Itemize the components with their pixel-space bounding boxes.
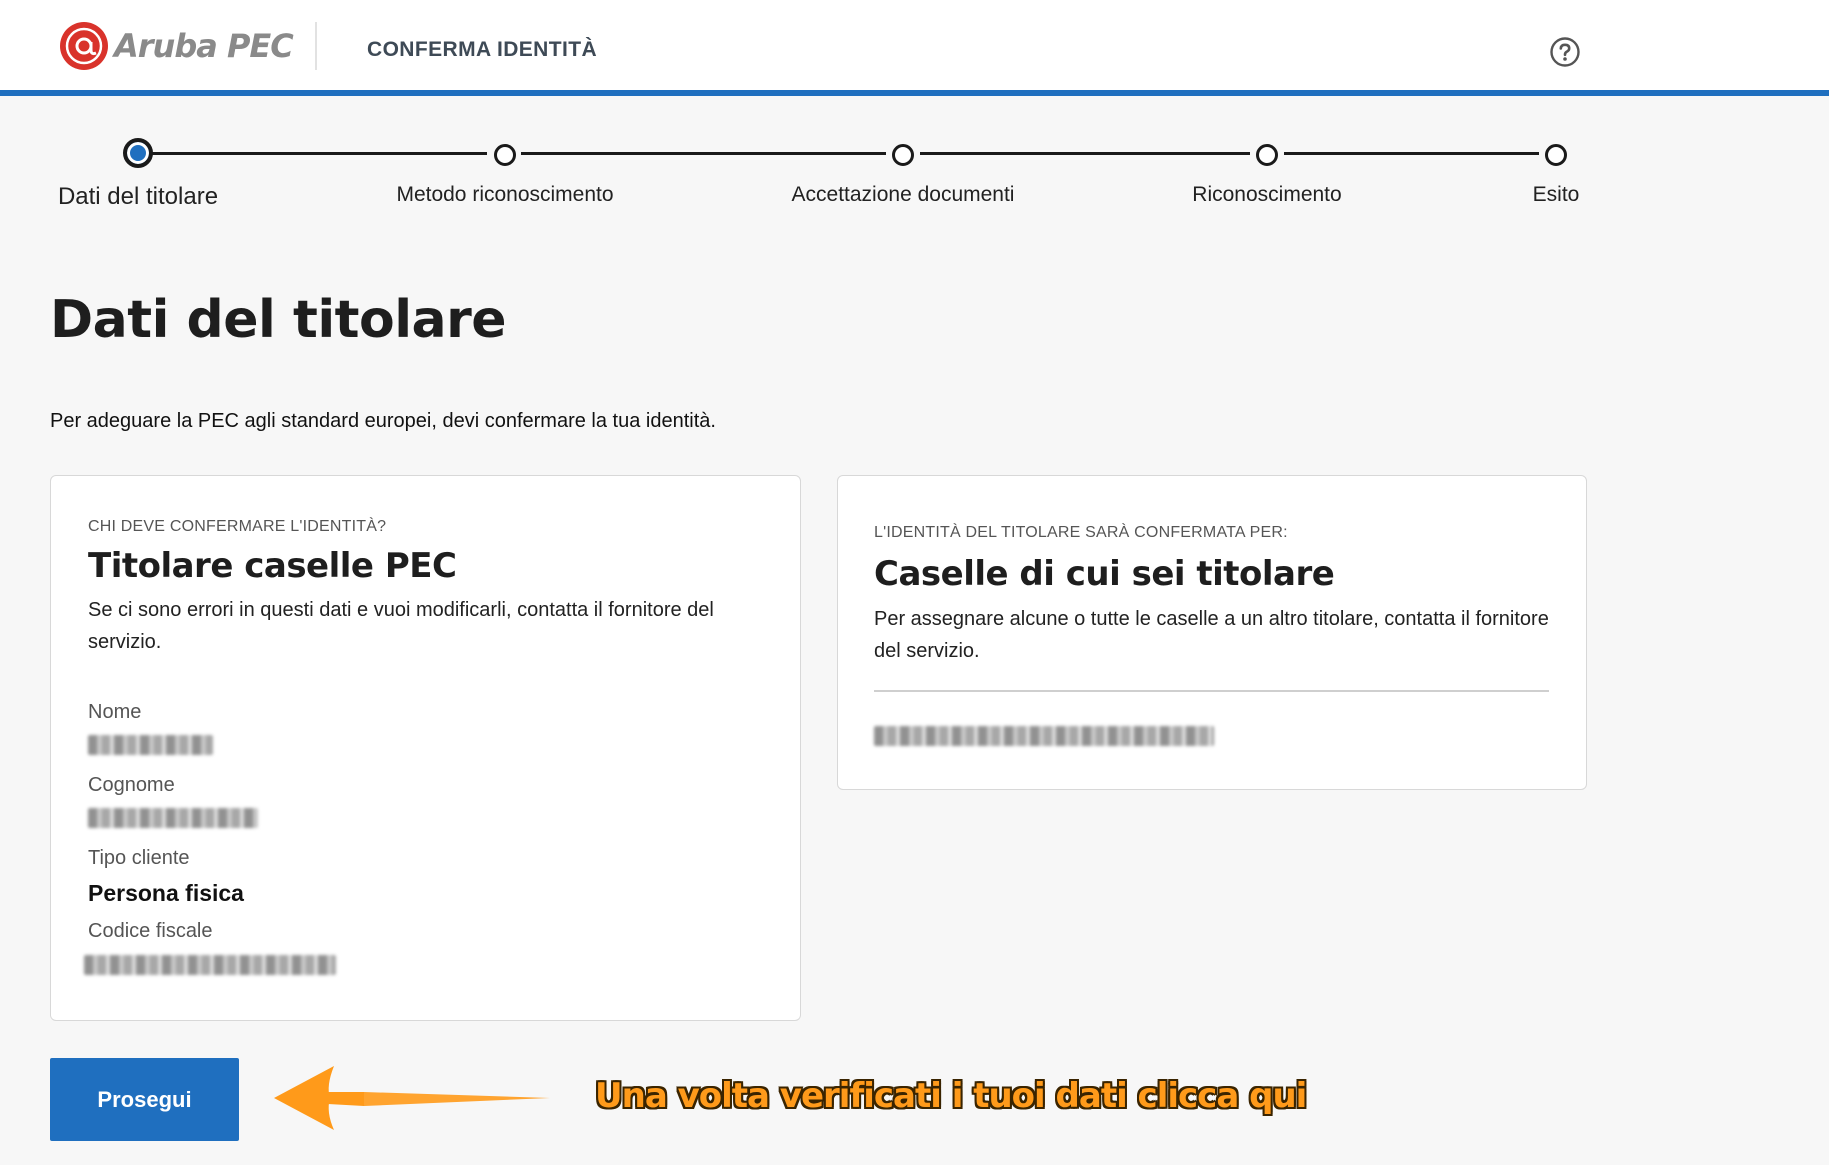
- step-connector: [1284, 152, 1539, 155]
- holder-card: CHI DEVE CONFERMARE L'IDENTITÀ? Titolare…: [50, 475, 801, 1021]
- intro-text: Per adeguare la PEC agli standard europe…: [50, 410, 716, 432]
- mailboxes-divider: [874, 690, 1549, 692]
- client-type-value: Persona fisica: [88, 880, 244, 906]
- step-connector: [920, 152, 1250, 155]
- mailbox-address-redacted: [874, 726, 1214, 746]
- mailboxes-card-eyebrow: L'IDENTITÀ DEL TITOLARE SARÀ CONFERMATA …: [874, 524, 1288, 541]
- step-connector: [521, 152, 886, 155]
- mailboxes-card-text: Per assegnare alcune o tutte le caselle …: [874, 608, 1549, 662]
- step-dot-riconoscimento: [1256, 144, 1278, 166]
- name-value-redacted: [88, 735, 213, 755]
- brand-name: Aruba PEC: [114, 27, 294, 65]
- step-dot-accettazione-documenti: [892, 144, 914, 166]
- step-label-esito: Esito: [1532, 183, 1580, 206]
- aruba-pec-logo[interactable]: Aruba PEC: [58, 20, 294, 72]
- annotation-text: Una volta verificati i tuoi dati clicca …: [595, 1076, 1307, 1116]
- step-label-metodo-riconoscimento: Metodo riconoscimento: [396, 183, 614, 206]
- app-header: Aruba PEC CONFERMA IDENTITÀ: [0, 0, 1829, 96]
- tax-code-label: Codice fiscale: [88, 920, 213, 942]
- step-label-dati-titolare: Dati del titolare: [57, 183, 219, 210]
- header-title: CONFERMA IDENTITÀ: [367, 38, 598, 61]
- mailboxes-card: L'IDENTITÀ DEL TITOLARE SARÀ CONFERMATA …: [837, 475, 1587, 790]
- name-label: Nome: [88, 701, 142, 723]
- surname-label: Cognome: [88, 774, 175, 796]
- client-type-label: Tipo cliente: [88, 847, 190, 869]
- mailboxes-card-title: Caselle di cui sei titolare: [874, 554, 1335, 594]
- step-connector: [152, 152, 487, 155]
- continue-button[interactable]: Prosegui: [50, 1058, 239, 1141]
- step-label-accettazione-documenti: Accettazione documenti: [791, 183, 1015, 206]
- step-dot-dati-titolare: [123, 138, 153, 168]
- holder-card-eyebrow: CHI DEVE CONFERMARE L'IDENTITÀ?: [88, 518, 387, 535]
- page-title: Dati del titolare: [50, 290, 507, 350]
- holder-card-title: Titolare caselle PEC: [88, 546, 457, 586]
- aruba-seal-icon: [60, 22, 108, 70]
- tax-code-value-redacted: [84, 955, 336, 975]
- step-dot-metodo-riconoscimento: [494, 144, 516, 166]
- header-divider: [315, 22, 317, 70]
- question-circle-icon[interactable]: [1549, 36, 1581, 68]
- step-dot-esito: [1545, 144, 1567, 166]
- surname-value-redacted: [88, 808, 258, 828]
- pointer-arrow-icon: [274, 1066, 550, 1130]
- holder-card-text: Se ci sono errori in questi dati e vuoi …: [88, 599, 714, 653]
- step-label-riconoscimento: Riconoscimento: [1192, 183, 1342, 206]
